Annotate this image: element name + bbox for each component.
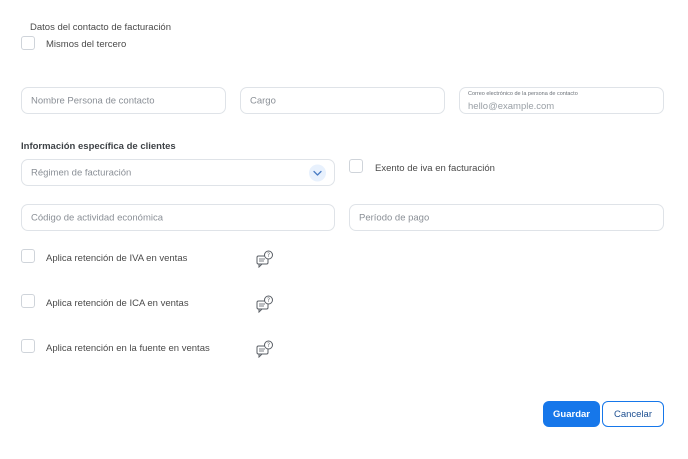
billing-contact-heading: Datos del contacto de facturación bbox=[30, 22, 172, 33]
cancel-button[interactable]: Cancelar bbox=[602, 401, 664, 427]
chevron-down-icon-svg bbox=[313, 170, 322, 176]
help-chat-icon[interactable]: ? bbox=[256, 340, 274, 359]
position-input[interactable]: Cargo bbox=[240, 87, 445, 114]
chevron-down-icon[interactable] bbox=[309, 164, 326, 181]
vat-exempt-checkbox[interactable] bbox=[349, 159, 363, 173]
position-placeholder: Cargo bbox=[250, 95, 276, 106]
economic-activity-input[interactable]: Código de actividad económica bbox=[21, 204, 335, 231]
ica-withholding-checkbox[interactable] bbox=[21, 294, 35, 308]
contact-name-input[interactable]: Nombre Persona de contacto bbox=[21, 87, 226, 114]
source-withholding-label: Aplica retención en la fuente en ventas bbox=[46, 343, 210, 354]
client-info-heading: Información específica de clientes bbox=[21, 141, 176, 152]
svg-text:?: ? bbox=[267, 252, 270, 259]
payment-period-placeholder: Período de pago bbox=[359, 212, 430, 223]
vat-withholding-checkbox[interactable] bbox=[21, 249, 35, 263]
billing-regime-select[interactable]: Régimen de facturación bbox=[21, 159, 335, 186]
help-chat-icon[interactable]: ? bbox=[256, 250, 274, 269]
contact-email-label: Correo electrónico de la persona de cont… bbox=[468, 91, 578, 97]
vat-exempt-label: Exento de iva en facturación bbox=[375, 163, 495, 174]
save-button[interactable]: Guardar bbox=[543, 401, 600, 427]
help-chat-icon-svg: ? bbox=[256, 250, 273, 269]
contact-email-input[interactable]: Correo electrónico de la persona de cont… bbox=[459, 87, 664, 114]
vat-withholding-label: Aplica retención de IVA en ventas bbox=[46, 253, 188, 264]
help-chat-icon-svg: ? bbox=[256, 340, 273, 359]
help-chat-icon[interactable]: ? bbox=[256, 295, 274, 314]
contact-name-placeholder: Nombre Persona de contacto bbox=[31, 95, 155, 106]
svg-text:?: ? bbox=[267, 297, 270, 304]
contact-email-placeholder: hello@example.com bbox=[468, 101, 555, 112]
payment-period-input[interactable]: Período de pago bbox=[349, 204, 664, 231]
svg-text:?: ? bbox=[267, 342, 270, 349]
ica-withholding-label: Aplica retención de ICA en ventas bbox=[46, 298, 189, 309]
same-as-third-party-label: Mismos del tercero bbox=[46, 39, 127, 50]
source-withholding-checkbox[interactable] bbox=[21, 339, 35, 353]
same-as-third-party-checkbox[interactable] bbox=[21, 36, 35, 50]
economic-activity-placeholder: Código de actividad económica bbox=[31, 212, 164, 223]
billing-regime-placeholder: Régimen de facturación bbox=[31, 167, 132, 178]
help-chat-icon-svg: ? bbox=[256, 295, 273, 314]
